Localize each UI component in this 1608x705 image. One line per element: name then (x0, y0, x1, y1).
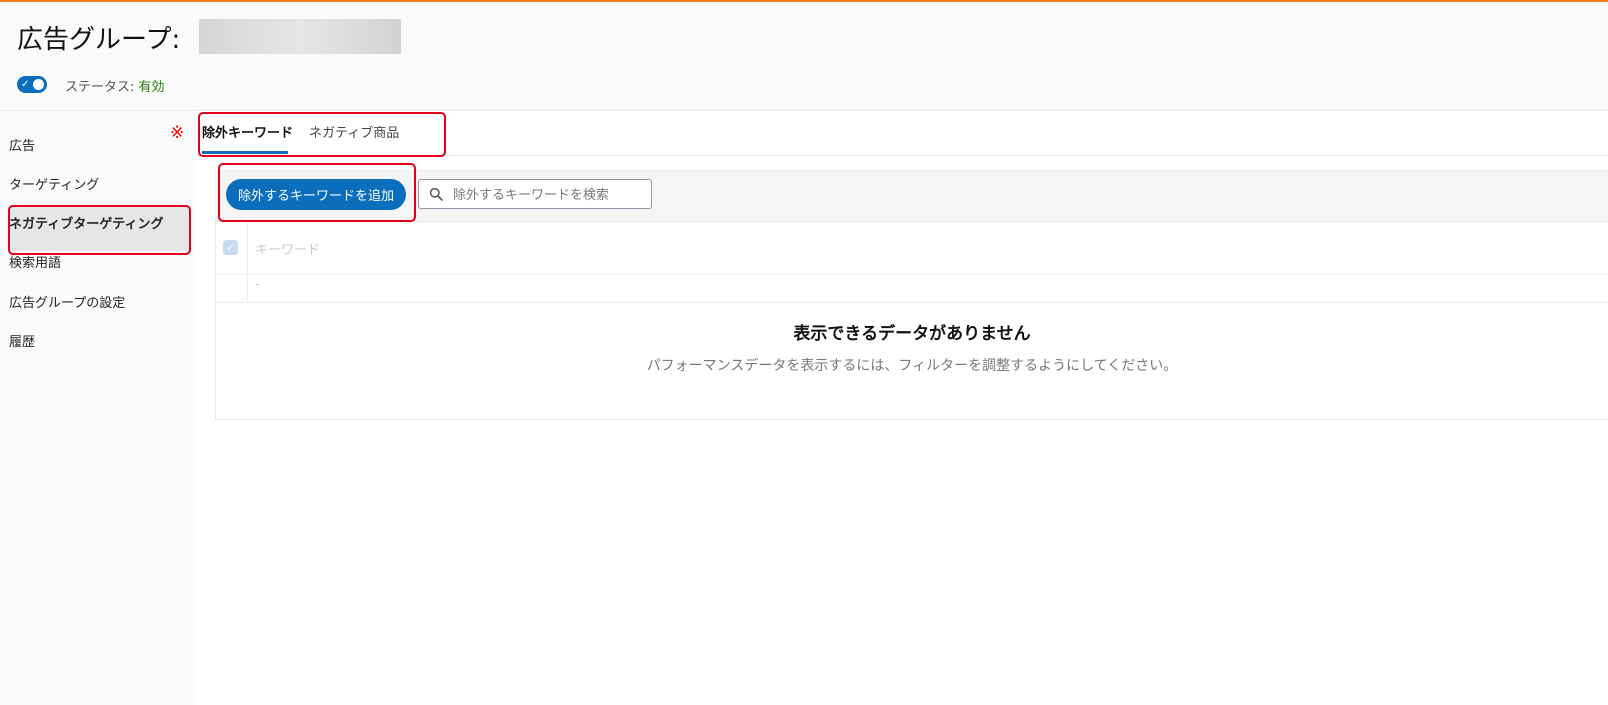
status-value: 有効 (138, 80, 165, 95)
status-text: ステータス: 有効 (65, 76, 165, 95)
sidebar: ※ 広告 ターゲティング ネガティブターゲティング 検索用語 広告グループの設定… (0, 111, 196, 705)
sidebar-item-ads[interactable]: 広告 (9, 135, 35, 154)
search-input[interactable] (451, 184, 651, 206)
annotation-mark: ※ (170, 123, 185, 143)
toggle-knob (33, 79, 44, 90)
sidebar-item-history[interactable]: 履歴 (9, 331, 35, 350)
ad-group-name-redacted (199, 19, 401, 54)
page-header: 広告グループ: ✓ ステータス: 有効 (0, 2, 1608, 111)
keyword-table: ✓ キーワード - 表示できるデータがありません パフォーマンスデータを表示する… (215, 221, 1608, 420)
status-toggle[interactable]: ✓ (17, 76, 47, 93)
empty-state-description: パフォーマンスデータを表示するには、フィルターを調整するようにしてください。 (646, 358, 1178, 374)
select-all-checkbox[interactable]: ✓ (223, 240, 238, 255)
status-label: ステータス: (65, 80, 135, 95)
sidebar-item-ad-group-settings[interactable]: 広告グループの設定 (9, 292, 125, 311)
sidebar-item-targeting[interactable]: ターゲティング (9, 174, 99, 193)
highlight-box-tabs (198, 112, 446, 157)
page-title: 広告グループ: (17, 25, 181, 55)
search-box (418, 179, 652, 209)
search-icon (429, 187, 443, 201)
highlight-box-sidebar-item (8, 205, 191, 255)
checkbox-column-divider (247, 222, 248, 302)
toolbar: 除外するキーワードを追加 (215, 169, 1608, 221)
empty-state-title: 表示できるデータがありません (793, 324, 1031, 344)
table-row-placeholder: - (255, 277, 260, 291)
column-header-keyword[interactable]: キーワード (255, 239, 320, 258)
check-icon: ✓ (21, 79, 30, 90)
table-header: ✓ キーワード (216, 222, 1608, 275)
row-divider (216, 302, 1608, 303)
highlight-box-add-button (218, 163, 416, 222)
